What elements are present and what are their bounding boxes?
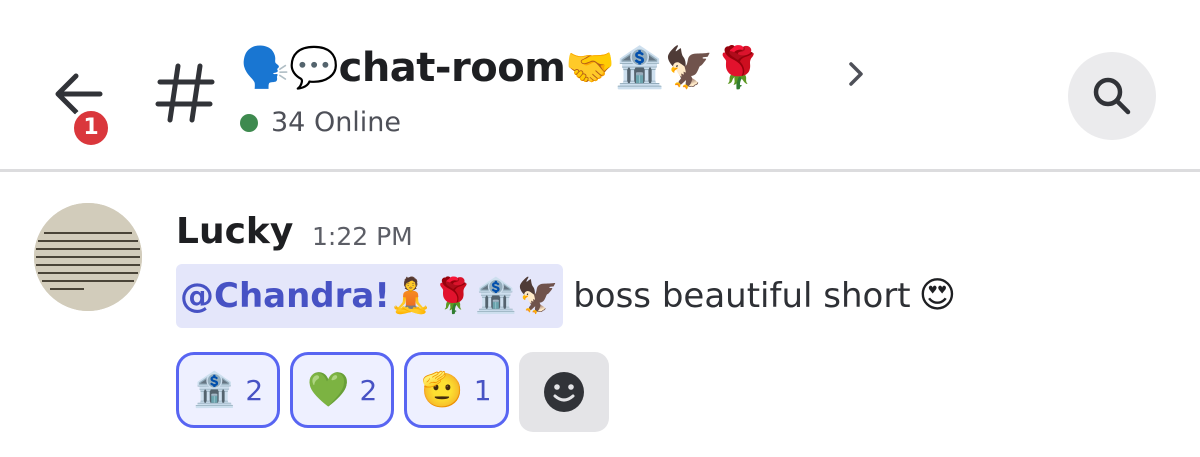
reaction-emoji: 💚	[307, 370, 350, 410]
back-button[interactable]: 1	[40, 58, 120, 149]
message-author[interactable]: Lucky	[176, 208, 293, 256]
header-divider	[0, 169, 1200, 172]
reaction-salute[interactable]: 🫡 1	[404, 352, 509, 428]
hashtag-icon	[155, 63, 215, 123]
search-icon	[1093, 77, 1131, 115]
online-status: 34 Online	[240, 107, 401, 138]
online-dot-icon	[240, 113, 258, 132]
reaction-count: 1	[473, 373, 492, 407]
heart-eyes-emoji: 😍	[918, 275, 957, 316]
message-content: @Chandra!🧘🌹🏦🦅 boss beautiful short 😍	[176, 264, 956, 328]
reaction-count: 2	[245, 373, 264, 407]
channel-header: 1 🗣️💬chat-room🤝🏦🦅🌹 34 Online	[0, 0, 1200, 170]
reaction-count: 2	[359, 373, 378, 407]
online-count: 34 Online	[271, 107, 402, 138]
message-timestamp: 1:22 PM	[312, 222, 413, 251]
chevron-right-icon[interactable]	[842, 60, 870, 88]
reactions-bar: 🏦 2 💚 2 🫡 1	[176, 352, 609, 432]
reaction-green-heart[interactable]: 💚 2	[290, 352, 395, 428]
channel-name[interactable]: 🗣️💬chat-room🤝🏦🦅🌹	[240, 40, 763, 96]
message-text: boss beautiful short	[573, 276, 911, 316]
reaction-bank[interactable]: 🏦 2	[176, 352, 281, 428]
reaction-emoji: 🫡	[421, 370, 464, 410]
smiley-icon	[543, 372, 584, 412]
add-reaction-button[interactable]	[518, 352, 609, 432]
search-button[interactable]	[1068, 52, 1156, 140]
avatar-image	[34, 203, 142, 311]
avatar[interactable]	[34, 203, 142, 311]
reaction-emoji: 🏦	[193, 370, 236, 410]
user-mention[interactable]: @Chandra!🧘🌹🏦🦅	[176, 264, 564, 328]
notification-badge: 1	[70, 107, 112, 149]
